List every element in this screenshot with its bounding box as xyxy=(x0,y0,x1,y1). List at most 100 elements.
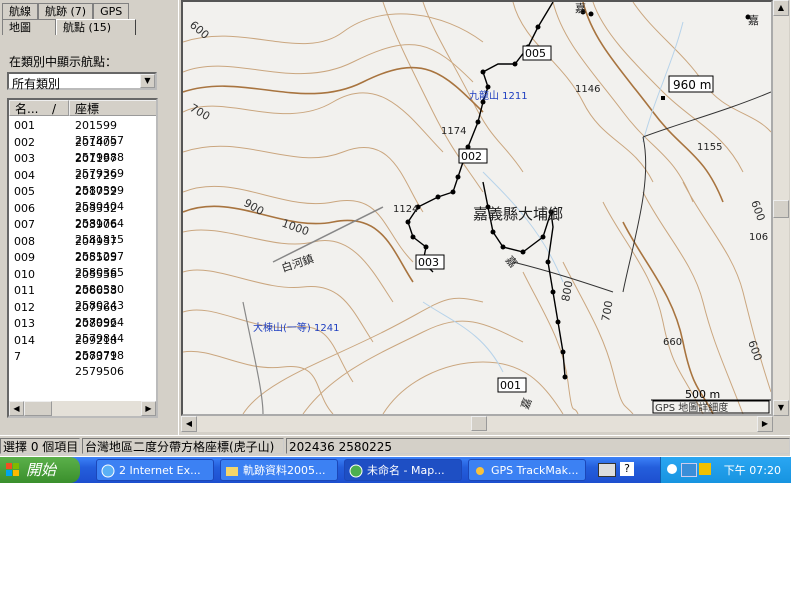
taskbar-item-folder[interactable]: 軌跡資料2005... xyxy=(220,459,338,481)
waypoint-coord: 207371 2579506 xyxy=(75,350,124,378)
category-value: 所有類別 xyxy=(12,77,61,91)
waypoint-row[interactable]: 005 201752 2580404 xyxy=(9,184,156,213)
waypoint-name: 002 xyxy=(14,135,35,149)
tab-waypoints[interactable]: 航點 (15) xyxy=(56,19,136,35)
waypoint-name: 7 xyxy=(14,350,21,363)
app-window: 航線 航跡 (7) GPS 地圖 航點 (15) 在類別中顯示航點： 所有類別 … xyxy=(0,0,790,456)
scroll-left-icon[interactable]: ◀ xyxy=(9,401,24,416)
road-mark-3: 嘉 xyxy=(748,13,759,27)
list-horizontal-scrollbar[interactable]: ◀ ▶ xyxy=(9,401,156,416)
chevron-down-icon[interactable]: ▼ xyxy=(140,74,155,88)
taskbar-item-mapsource-label: 未命名 - Map... xyxy=(367,464,445,477)
peak-label-2: 大棟山(一等) 1241 xyxy=(253,321,339,334)
waypoint-name: 008 xyxy=(14,234,35,248)
peak-label-1: 九龍山 1211 xyxy=(469,89,528,102)
scroll-thumb[interactable] xyxy=(24,401,52,416)
waypoint-row[interactable]: 008 204937 2581297 xyxy=(9,234,156,263)
svg-text:500 m: 500 m xyxy=(685,388,720,401)
top-fragment: 嘉 xyxy=(575,2,586,15)
waypoint-row[interactable]: 001 201599 2578757 xyxy=(9,118,156,147)
scroll-down-icon[interactable]: ▼ xyxy=(773,400,789,416)
windows-logo-icon xyxy=(6,463,19,476)
waypoint-tag-001[interactable]: 001 xyxy=(500,379,521,392)
column-coord-header[interactable]: 座標 xyxy=(69,100,156,116)
topographic-map[interactable]: 嘉義縣大埔鄉 白河鎮 960 m 005 002 003 001 九龍山 121… xyxy=(183,2,771,414)
taskbar-item-ie-label: 2 Internet Ex... xyxy=(119,464,201,477)
waypoint-row[interactable]: 007 203906 2581815 xyxy=(9,217,156,246)
taskbar-item-mapsource[interactable]: 未命名 - Map... xyxy=(344,459,462,481)
sort-indicator: / xyxy=(52,102,57,116)
taskbar-item-ie[interactable]: 2 Internet Ex... xyxy=(96,459,214,481)
horizontal-scroll-thumb[interactable] xyxy=(471,416,487,431)
cursor-coordinates: 202436 2580225 xyxy=(286,438,790,454)
svg-text:960 m: 960 m xyxy=(673,78,711,92)
map-view[interactable]: 嘉義縣大埔鄉 白河鎮 960 m 005 002 003 001 九龍山 121… xyxy=(181,0,773,416)
status-bar: 選擇 0 個項目 台灣地區二度分帶方格座標(虎子山) 202436 258022… xyxy=(0,435,790,456)
waypoint-name: 007 xyxy=(14,218,35,231)
system-tray: 下午 07:20 xyxy=(660,457,791,483)
waypoint-name: 003 xyxy=(14,152,35,165)
waypoint-row[interactable]: 014 209218 2580798 xyxy=(9,333,156,362)
tab-row-top: 航線 航跡 (7) GPS xyxy=(2,3,130,19)
waypoint-row[interactable]: 011 206658 2580243 xyxy=(9,283,156,312)
waypoint-row[interactable]: 7 207371 2579506 xyxy=(9,349,156,378)
spot-height-1146: 1146 xyxy=(575,84,600,95)
network-icon[interactable] xyxy=(681,463,697,477)
spot-height-1174: 1174 xyxy=(441,126,466,137)
waypoint-row[interactable]: 010 205558 2580330 xyxy=(9,267,156,296)
ie-icon xyxy=(101,464,115,478)
scroll-right-icon[interactable]: ▶ xyxy=(141,401,156,416)
map-scroll-right-icon[interactable]: ▶ xyxy=(757,416,773,432)
waypoint-row[interactable]: 004 201729 2580399 xyxy=(9,168,156,197)
tab-tracks[interactable]: 航跡 (7) xyxy=(38,3,94,19)
waypoint-tag-003[interactable]: 003 xyxy=(418,256,439,269)
waypoint-tag-005[interactable]: 005 xyxy=(525,47,546,60)
waypoint-list: 名... / 座標 001 201599 2578757 002 201409 257… xyxy=(7,98,158,418)
map-vertical-scrollbar[interactable]: ▲ ▼ xyxy=(773,0,789,416)
waypoint-name: 011 xyxy=(14,284,35,297)
taskbar-item-folder-label: 軌跡資料2005... xyxy=(243,464,326,477)
waypoint-name: 006 xyxy=(14,201,35,215)
taskbar-item-gps-label: GPS TrackMak... xyxy=(491,464,579,477)
projection-status: 台灣地區二度分帶方格座標(虎子山) xyxy=(82,438,284,454)
vertical-scroll-thumb[interactable] xyxy=(773,200,789,218)
waypoint-name: 001 xyxy=(14,119,35,132)
waypoint-name: 014 xyxy=(14,333,35,347)
waypoint-row[interactable]: 013 208052 2579844 xyxy=(9,316,156,345)
waypoint-name: 013 xyxy=(14,317,35,330)
waypoint-name: 004 xyxy=(14,168,35,182)
waypoint-row[interactable]: 009 205505 2580365 xyxy=(9,250,156,279)
waypoint-row[interactable]: 006 203332 2581764 xyxy=(9,201,156,230)
tray-arrow-icon[interactable] xyxy=(667,464,677,474)
waypoint-panel: 航線 航跡 (7) GPS 地圖 航點 (15) 在類別中顯示航點： 所有類別 … xyxy=(0,0,178,435)
start-button[interactable]: 開始 xyxy=(0,457,80,483)
spot-height-1155: 1155 xyxy=(697,142,722,153)
category-dropdown[interactable]: 所有類別 ▼ xyxy=(7,72,157,91)
tab-map[interactable]: 地圖 xyxy=(2,19,56,35)
waypoint-row[interactable]: 002 201409 2579888 xyxy=(9,135,156,164)
tab-routes[interactable]: 航線 xyxy=(2,3,38,19)
waypoint-tag-002[interactable]: 002 xyxy=(461,150,482,163)
sun-icon xyxy=(476,467,484,475)
waypoint-name: 010 xyxy=(14,267,35,281)
taskbar-item-gps-trackmaker[interactable]: GPS TrackMak... xyxy=(468,459,586,481)
region-label: 嘉義縣大埔鄉 xyxy=(473,205,563,223)
waypoint-row[interactable]: 012 207566 2579964 xyxy=(9,300,156,329)
waypoint-row[interactable]: 003 201197 2579369 xyxy=(9,151,156,180)
column-name-label: 名... xyxy=(15,102,39,116)
warning-icon[interactable] xyxy=(699,463,711,475)
map-horizontal-scrollbar[interactable]: ◀ ▶ xyxy=(181,416,773,432)
folder-icon xyxy=(226,467,238,476)
selection-status: 選擇 0 個項目 xyxy=(0,438,80,454)
tab-gps[interactable]: GPS xyxy=(93,3,130,19)
clock[interactable]: 下午 07:20 xyxy=(724,462,781,478)
waypoint-name: 012 xyxy=(14,300,35,314)
column-name-header[interactable]: 名... / xyxy=(9,100,69,116)
category-label: 在類別中顯示航點： xyxy=(9,55,118,69)
help-icon[interactable]: ? xyxy=(620,462,634,476)
spot-height-1124: 1124 xyxy=(393,204,418,215)
scroll-up-icon[interactable]: ▲ xyxy=(773,0,789,16)
map-scroll-left-icon[interactable]: ◀ xyxy=(181,416,197,432)
spot-height-660: 660 xyxy=(663,337,682,348)
keyboard-icon[interactable] xyxy=(598,463,616,477)
